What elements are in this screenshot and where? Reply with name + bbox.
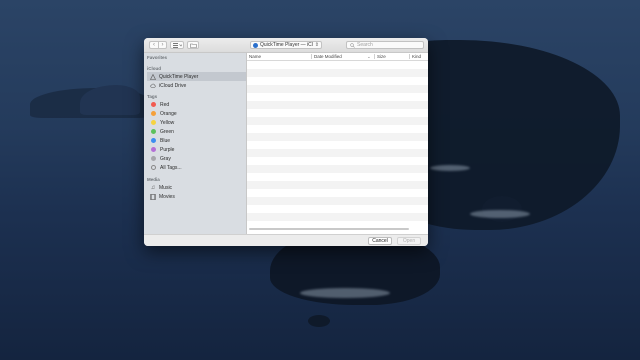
empty-row (247, 173, 428, 181)
sidebar-item-tag-gray[interactable]: Gray (147, 154, 246, 163)
chevron-left-icon: ‹ (153, 42, 155, 48)
orange-tag-dot-icon (151, 111, 156, 116)
red-tag-dot-icon (151, 102, 156, 107)
purple-tag-dot-icon (151, 147, 156, 152)
empty-row (247, 157, 428, 165)
empty-row (247, 149, 428, 157)
sidebar-item-tag-red[interactable]: Red (147, 100, 246, 109)
sidebar-item-label: Yellow (160, 119, 175, 126)
icloud-header: iCloud (147, 66, 161, 71)
location-popup[interactable]: QuickTime Player — iCloud ⇕ (250, 41, 322, 49)
search-field[interactable] (346, 41, 424, 49)
background-island (308, 315, 330, 327)
empty-row (247, 117, 428, 125)
sidebar-item-music[interactable]: ♫ Music (147, 183, 246, 192)
view-options-button[interactable] (170, 41, 184, 49)
column-kind[interactable]: Kind (412, 54, 421, 59)
quicktime-icon (253, 42, 258, 48)
gray-tag-dot-icon (151, 156, 156, 161)
empty-row (247, 101, 428, 109)
media-header: Media (147, 177, 160, 182)
sidebar-item-label: Gray (160, 155, 171, 162)
column-name[interactable]: Name (249, 54, 261, 59)
column-date-modified[interactable]: Date Modified (314, 54, 342, 59)
empty-row (247, 77, 428, 85)
empty-row (247, 125, 428, 133)
music-icon: ♫ (150, 184, 156, 191)
yellow-tag-dot-icon (151, 120, 156, 125)
empty-row (247, 165, 428, 173)
sidebar-item-tag-green[interactable]: Green (147, 127, 246, 136)
background-surf (430, 165, 470, 171)
empty-row (247, 93, 428, 101)
quicktime-icon (150, 73, 156, 80)
sidebar-item-label: Blue (160, 137, 171, 144)
sidebar-item-tag-orange[interactable]: Orange (147, 109, 246, 118)
dialog-toolbar: ‹ › QuickTime Player — iCloud ⇕ (144, 38, 428, 53)
search-icon (350, 42, 355, 48)
tags-header: Tags (147, 94, 158, 99)
background-surf (470, 210, 530, 218)
favorites-header: Favorites (147, 55, 168, 60)
new-folder-button[interactable] (187, 41, 199, 49)
empty-row (247, 69, 428, 77)
all-tags-icon (151, 165, 156, 170)
sidebar-item-label: All Tags... (160, 164, 182, 171)
background-island (482, 196, 522, 222)
empty-row (247, 205, 428, 213)
list-view-icon (172, 42, 182, 48)
film-icon (150, 193, 156, 200)
back-button[interactable]: ‹ (149, 41, 158, 49)
sidebar: Favorites iCloud QuickTime Player iCloud… (144, 53, 247, 234)
column-divider[interactable] (311, 54, 312, 59)
chevron-right-icon: › (161, 42, 164, 48)
green-tag-dot-icon (151, 129, 156, 134)
empty-row (247, 61, 428, 69)
sidebar-item-quicktime-player[interactable]: QuickTime Player (147, 72, 246, 81)
column-size[interactable]: Size (377, 54, 386, 59)
sidebar-item-all-tags[interactable]: All Tags... (147, 163, 246, 172)
sidebar-item-label: Movies (159, 193, 175, 200)
sidebar-item-label: Green (160, 128, 174, 135)
cloud-icon (150, 83, 156, 89)
empty-row (247, 181, 428, 189)
sidebar-item-tag-blue[interactable]: Blue (147, 136, 246, 145)
blue-tag-dot-icon (151, 138, 156, 143)
empty-row (247, 141, 428, 149)
sidebar-item-label: Purple (160, 146, 175, 153)
open-file-dialog: ‹ › QuickTime Player — iCloud ⇕ (144, 38, 428, 246)
cancel-button[interactable]: Cancel (368, 237, 392, 245)
search-input[interactable] (357, 42, 417, 48)
location-label: QuickTime Player — iCloud (260, 42, 313, 48)
dialog-footer: Cancel Open (144, 234, 428, 246)
sidebar-item-tag-yellow[interactable]: Yellow (147, 118, 246, 127)
open-button[interactable]: Open (397, 237, 421, 245)
updown-arrows-icon: ⇕ (314, 42, 319, 48)
folder-icon (189, 43, 197, 48)
sidebar-item-label: iCloud Drive (159, 82, 187, 89)
sidebar-item-label: Music (159, 184, 173, 191)
file-list[interactable] (247, 61, 428, 221)
empty-row (247, 133, 428, 141)
empty-row (247, 109, 428, 117)
column-header-row: Name Date Modified ⌄ Size Kind (247, 53, 428, 61)
horizontal-scrollbar[interactable] (249, 228, 409, 230)
column-divider[interactable] (409, 54, 410, 59)
empty-row (247, 213, 428, 221)
empty-row (247, 197, 428, 205)
sidebar-item-label: Red (160, 101, 170, 108)
sidebar-item-label: Orange (160, 110, 177, 117)
sidebar-item-movies[interactable]: Movies (147, 192, 246, 201)
sidebar-item-label: QuickTime Player (159, 73, 199, 80)
empty-row (247, 189, 428, 197)
file-browser: Name Date Modified ⌄ Size Kind (247, 53, 428, 234)
sidebar-item-tag-purple[interactable]: Purple (147, 145, 246, 154)
sort-descending-icon: ⌄ (367, 54, 371, 59)
background-surf (300, 288, 390, 298)
empty-row (247, 85, 428, 93)
column-divider[interactable] (374, 54, 375, 59)
sidebar-item-icloud-drive[interactable]: iCloud Drive (147, 81, 246, 90)
forward-button[interactable]: › (158, 41, 167, 49)
